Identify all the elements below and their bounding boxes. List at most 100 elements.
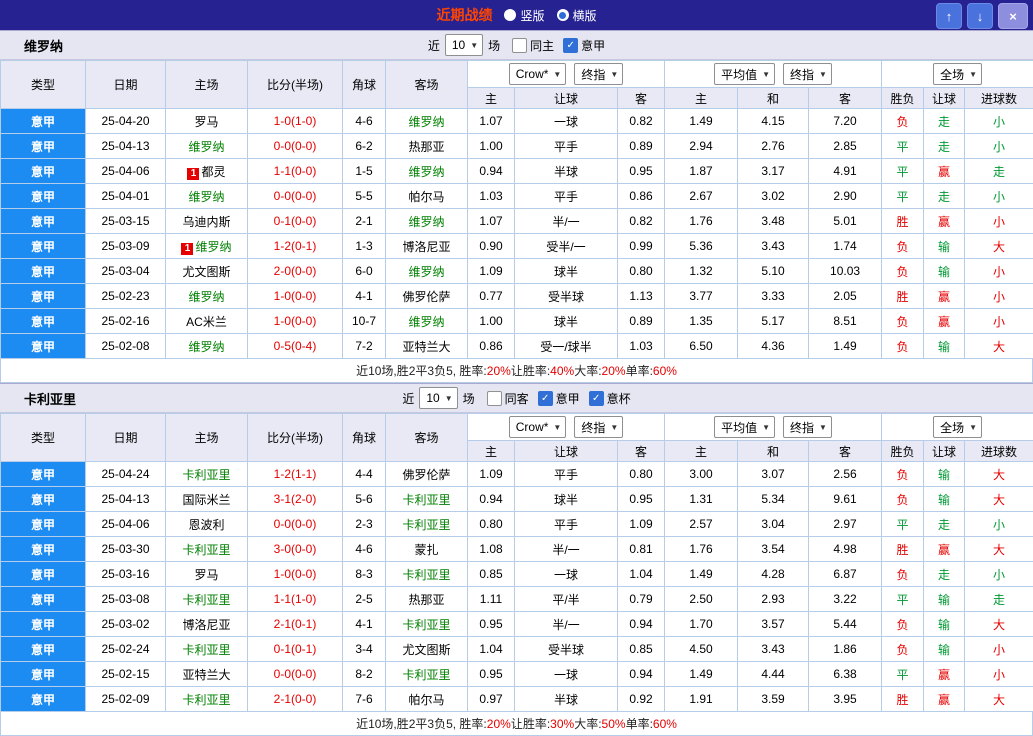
- asia-handicap-cell: 球半: [515, 259, 618, 284]
- league-cell: 意甲: [1, 309, 86, 334]
- filter-checkbox[interactable]: 同主: [512, 37, 554, 54]
- results-table: 类型 日期 主场 比分(半场) 角球 客场 Crow*▼ 终指▼ 平均值▼ 终指…: [0, 60, 1033, 359]
- euro-draw-odds-cell: 3.17: [738, 159, 809, 184]
- result-handicap-cell: 赢: [924, 284, 965, 309]
- score-cell: 1-2(1-1): [248, 462, 343, 487]
- team-name-text: 博洛尼亚: [182, 618, 230, 632]
- euro-odds-controls: 平均值▼ 终指▼: [665, 61, 882, 88]
- checkbox-unchecked-icon[interactable]: [487, 391, 502, 406]
- match-row: 意甲25-02-08维罗纳0-5(0-4)7-2亚特兰大0.86受一/球半1.0…: [1, 334, 1033, 359]
- team-name-text: 卡利亚里: [402, 668, 450, 682]
- league-cell: 意甲: [1, 159, 86, 184]
- asia-handicap-cell: 受半/一: [515, 234, 618, 259]
- asia-odds-type-select[interactable]: 终指▼: [574, 416, 623, 438]
- filter-checkbox[interactable]: ✓意甲: [538, 390, 580, 407]
- asia-home-odds-cell: 0.97: [468, 687, 515, 712]
- result-goals-cell: 大: [965, 334, 1033, 359]
- asia-away-odds-cell: 0.80: [618, 259, 665, 284]
- asia-handicap-cell: 半球: [515, 159, 618, 184]
- away-team-cell: 热那亚: [386, 134, 468, 159]
- euro-away-odds-cell: 2.90: [809, 184, 882, 209]
- move-down-button[interactable]: ↓: [967, 3, 993, 29]
- corner-cell: 1-5: [343, 159, 386, 184]
- result-wdl-header: 胜负: [882, 88, 924, 109]
- away-team-cell: 卡利亚里: [386, 662, 468, 687]
- team-name-text: 罗马: [194, 115, 218, 129]
- recent-label: 近: [428, 37, 440, 54]
- up-arrow-icon: ↑: [946, 9, 953, 24]
- asia-home-odds-cell: 0.94: [468, 159, 515, 184]
- title-group: 近期战绩 竖版 横版: [0, 5, 1033, 25]
- summary-text: 20%: [487, 364, 511, 378]
- select-value: Crow*: [516, 420, 549, 434]
- checkbox-checked-icon[interactable]: ✓: [563, 38, 578, 53]
- asia-handicap-header: 让球: [515, 88, 618, 109]
- team-section-cagliari: 卡利亚里 近 10 ▼ 场 同客✓意甲✓意杯 类型 日期 主场 比分(半场) 角…: [0, 383, 1033, 736]
- euro-average-select[interactable]: 平均值▼: [714, 63, 775, 85]
- radio-unchecked-icon[interactable]: [504, 9, 516, 21]
- euro-average-select[interactable]: 平均值▼: [714, 416, 775, 438]
- chevron-down-icon: ▼: [445, 394, 453, 403]
- euro-draw-odds-cell: 3.43: [738, 637, 809, 662]
- league-cell: 意甲: [1, 587, 86, 612]
- away-team-cell: 博洛尼亚: [386, 234, 468, 259]
- date-cell: 25-03-15: [86, 209, 166, 234]
- asia-handicap-cell: 半/一: [515, 209, 618, 234]
- date-cell: 25-04-06: [86, 159, 166, 184]
- league-cell: 意甲: [1, 662, 86, 687]
- euro-away-odds-cell: 10.03: [809, 259, 882, 284]
- asia-away-odds-cell: 0.94: [618, 662, 665, 687]
- radio-vertical-layout[interactable]: 竖版: [504, 7, 544, 24]
- radio-horizontal-layout[interactable]: 横版: [557, 7, 597, 24]
- asia-away-odds-cell: 0.85: [618, 637, 665, 662]
- games-unit-label: 场: [463, 390, 475, 407]
- league-cell: 意甲: [1, 184, 86, 209]
- result-wdl-cell: 负: [882, 562, 924, 587]
- match-row: 意甲25-03-15乌迪内斯0-1(0-0)2-1维罗纳1.07半/一0.821…: [1, 209, 1033, 234]
- filter-checkbox[interactable]: 同客: [487, 390, 529, 407]
- asia-handicap-cell: 球半: [515, 487, 618, 512]
- match-row: 意甲25-03-30卡利亚里3-0(0-0)4-6蒙扎1.08半/一0.811.…: [1, 537, 1033, 562]
- euro-away-header: 客: [809, 88, 882, 109]
- home-team-cell: 博洛尼亚: [166, 612, 248, 637]
- recent-count-select[interactable]: 10 ▼: [445, 34, 483, 56]
- asia-away-odds-cell: 0.81: [618, 537, 665, 562]
- filter-checkbox[interactable]: ✓意杯: [589, 390, 631, 407]
- summary-text: 单率:: [626, 715, 653, 732]
- summary-text: 20%: [487, 717, 511, 731]
- league-cell: 意甲: [1, 462, 86, 487]
- date-cell: 25-03-02: [86, 612, 166, 637]
- checkbox-checked-icon[interactable]: ✓: [589, 391, 604, 406]
- team-name-text: 卡利亚里: [402, 518, 450, 532]
- filter-checkbox[interactable]: ✓意甲: [563, 37, 605, 54]
- recent-count-select[interactable]: 10 ▼: [419, 387, 457, 409]
- result-handicap-header: 让球: [924, 88, 965, 109]
- checkbox-checked-icon[interactable]: ✓: [538, 391, 553, 406]
- away-team-cell: 维罗纳: [386, 209, 468, 234]
- bookmaker-select[interactable]: Crow*▼: [509, 416, 567, 438]
- team-name-text: 卡利亚里: [402, 493, 450, 507]
- bookmaker-select[interactable]: Crow*▼: [509, 63, 567, 85]
- score-cell: 1-0(0-0): [248, 284, 343, 309]
- euro-draw-odds-cell: 3.33: [738, 284, 809, 309]
- select-value: 终指: [581, 419, 605, 436]
- move-up-button[interactable]: ↑: [936, 3, 962, 29]
- checkbox-unchecked-icon[interactable]: [512, 38, 527, 53]
- asia-handicap-cell: 一球: [515, 662, 618, 687]
- asia-odds-type-select[interactable]: 终指▼: [574, 63, 623, 85]
- result-goals-cell: 小: [965, 512, 1033, 537]
- radio-checked-icon[interactable]: [557, 9, 569, 21]
- euro-home-odds-cell: 1.49: [665, 662, 738, 687]
- scope-select[interactable]: 全场▼: [933, 416, 982, 438]
- euro-odds-type-select[interactable]: 终指▼: [783, 63, 832, 85]
- euro-away-odds-cell: 1.86: [809, 637, 882, 662]
- euro-odds-type-select[interactable]: 终指▼: [783, 416, 832, 438]
- close-button[interactable]: ×: [998, 3, 1028, 29]
- result-handicap-cell: 赢: [924, 537, 965, 562]
- scope-select[interactable]: 全场▼: [933, 63, 982, 85]
- team-name-text: 罗马: [194, 568, 218, 582]
- team-name-text: 维罗纳: [408, 315, 444, 329]
- euro-draw-odds-cell: 4.44: [738, 662, 809, 687]
- result-wdl-cell: 胜: [882, 687, 924, 712]
- checkbox-label: 同客: [505, 390, 529, 407]
